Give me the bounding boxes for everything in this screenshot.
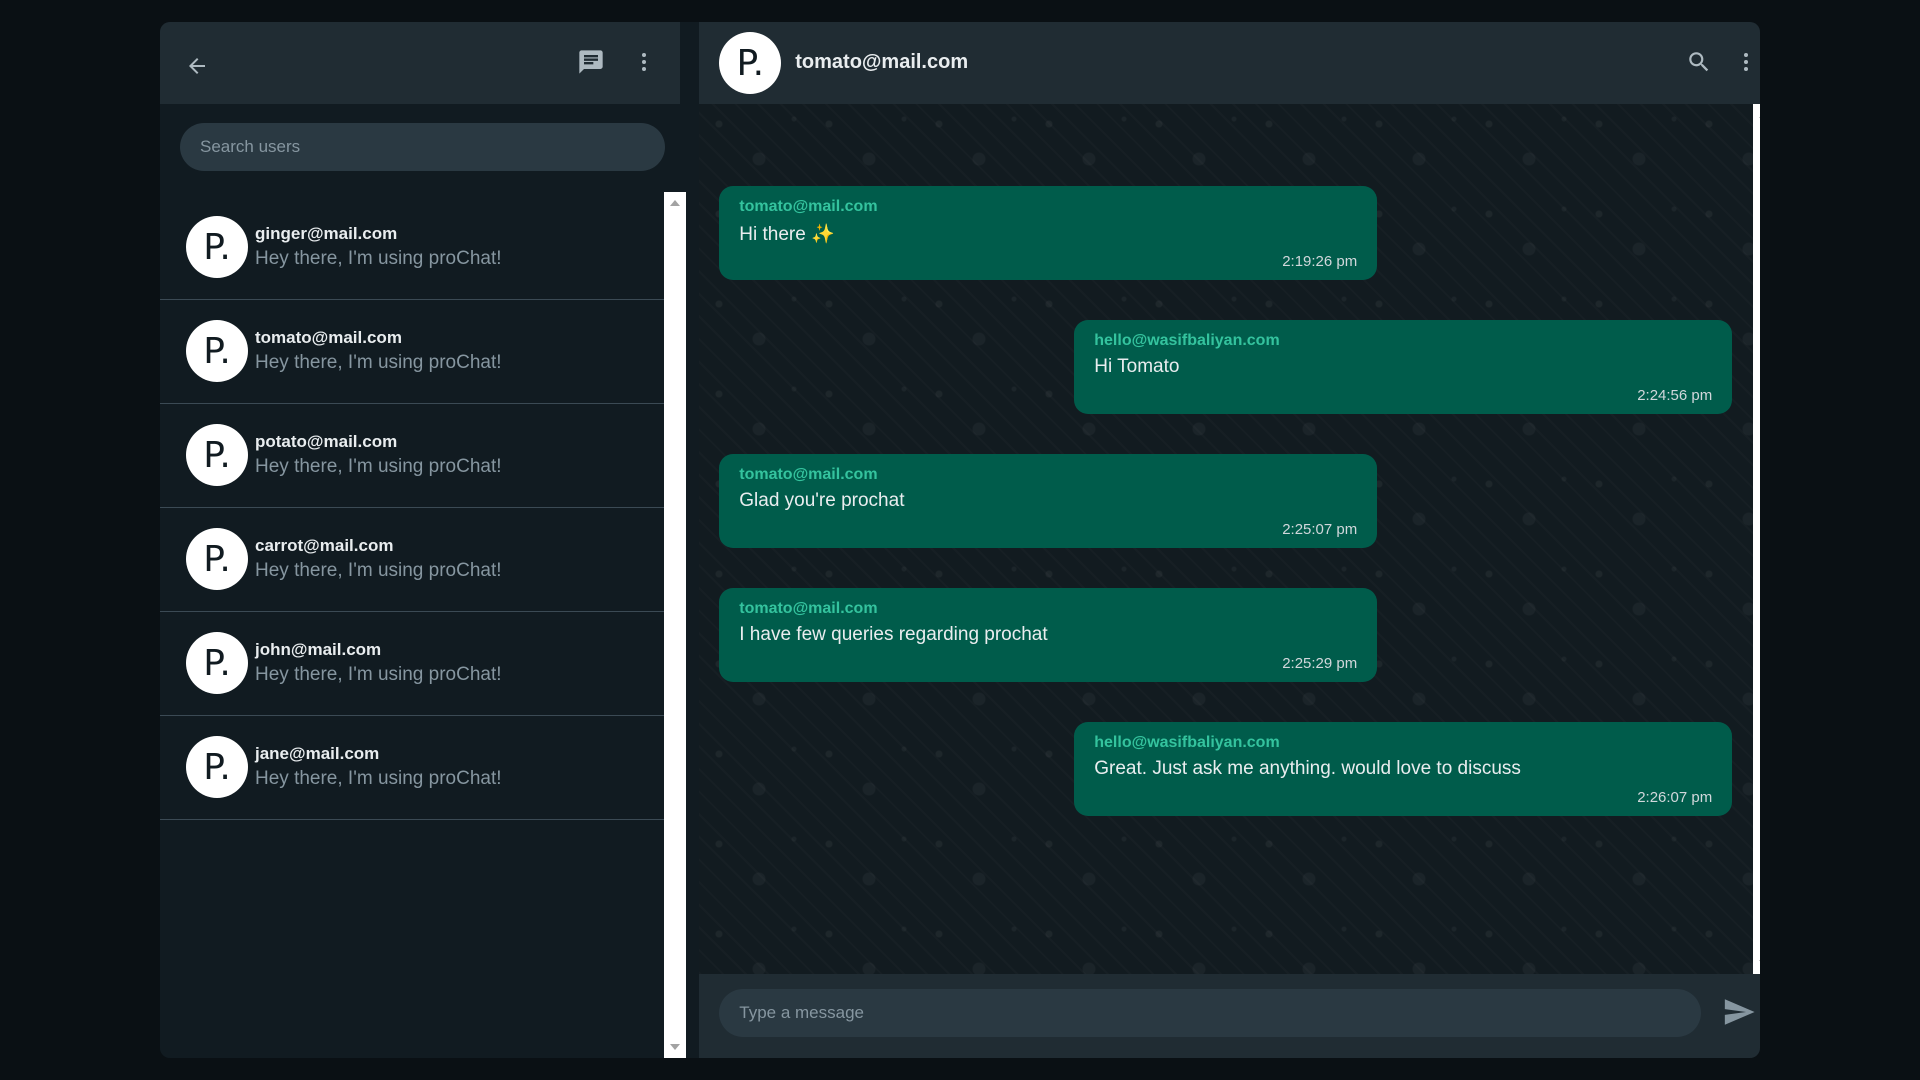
user-status: Hey there, I'm using proChat!	[255, 768, 502, 789]
avatar: P.	[186, 528, 248, 590]
chat-scrollbar[interactable]	[1753, 104, 1760, 974]
chat-panel: P. tomato@mail.com tomato@mail.com Hi th…	[699, 22, 1760, 1058]
sidebar-header	[160, 22, 680, 104]
avatar: P.	[186, 216, 248, 278]
message-input-field	[719, 989, 1702, 1037]
message-time: 2:19:26 pm	[1282, 253, 1358, 270]
user-list-item[interactable]: P. carrot@mail.com Hey there, I'm using …	[160, 508, 664, 612]
user-list-item[interactable]: P. john@mail.com Hey there, I'm using pr…	[160, 612, 664, 716]
message-composer	[699, 974, 1760, 1058]
message-bubble: tomato@mail.com Hi there ✨ 2:19:26 pm	[719, 186, 1378, 280]
user-email: jane@mail.com	[255, 744, 380, 763]
user-email: ginger@mail.com	[255, 224, 398, 243]
search-users-field	[180, 123, 665, 171]
user-email: potato@mail.com	[255, 432, 398, 451]
user-email: tomato@mail.com	[255, 328, 402, 347]
avatar: P.	[186, 320, 248, 382]
user-status: Hey there, I'm using proChat!	[255, 456, 502, 477]
user-email: john@mail.com	[255, 640, 382, 659]
avatar: P.	[186, 736, 248, 798]
message-text: Glad you're prochat	[739, 490, 905, 511]
contact-avatar[interactable]: P.	[719, 32, 782, 94]
app-window: P. ginger@mail.com Hey there, I'm using …	[160, 22, 1760, 1058]
back-arrow-icon[interactable]	[180, 49, 214, 83]
message-text: Hi Tomato	[1094, 356, 1180, 377]
message-text: Hi there ✨	[739, 224, 835, 245]
send-icon[interactable]	[1719, 992, 1759, 1032]
scroll-up-icon[interactable]	[1759, 112, 1760, 118]
message-time: 2:25:07 pm	[1282, 521, 1358, 538]
user-list-item[interactable]: P. jane@mail.com Hey there, I'm using pr…	[160, 716, 664, 820]
user-list-item[interactable]: P. tomato@mail.com Hey there, I'm using …	[160, 300, 664, 404]
message-sender: hello@wasifbaliyan.com	[1094, 332, 1280, 349]
more-vertical-icon[interactable]	[632, 44, 656, 80]
avatar: P.	[186, 424, 248, 486]
search-users-input[interactable]	[180, 123, 665, 171]
message-time: 2:26:07 pm	[1637, 789, 1713, 806]
message-bubble: hello@wasifbaliyan.com Hi Tomato 2:24:56…	[1074, 320, 1733, 414]
message-bubble: hello@wasifbaliyan.com Great. Just ask m…	[1074, 722, 1733, 816]
user-list: P. ginger@mail.com Hey there, I'm using …	[160, 196, 664, 820]
message-sender: hello@wasifbaliyan.com	[1094, 734, 1280, 751]
user-list-item[interactable]: P. ginger@mail.com Hey there, I'm using …	[160, 196, 664, 300]
scroll-up-icon[interactable]	[670, 200, 680, 206]
message-sender: tomato@mail.com	[739, 198, 878, 215]
scroll-down-icon[interactable]	[1759, 960, 1760, 966]
message-sender: tomato@mail.com	[739, 600, 878, 617]
user-list-item[interactable]: P. potato@mail.com Hey there, I'm using …	[160, 404, 664, 508]
message-time: 2:25:29 pm	[1282, 655, 1358, 672]
chat-header: P. tomato@mail.com	[699, 22, 1760, 104]
user-status: Hey there, I'm using proChat!	[255, 248, 502, 269]
message-text: Great. Just ask me anything. would love …	[1094, 758, 1521, 779]
message-time: 2:24:56 pm	[1637, 387, 1713, 404]
sidebar: P. ginger@mail.com Hey there, I'm using …	[160, 22, 686, 1058]
scroll-down-icon[interactable]	[670, 1044, 680, 1050]
user-email: carrot@mail.com	[255, 536, 394, 555]
message-text: I have few queries regarding prochat	[739, 624, 1048, 645]
message-bubble: tomato@mail.com Glad you're prochat 2:25…	[719, 454, 1378, 548]
user-status: Hey there, I'm using proChat!	[255, 664, 502, 685]
message-sender: tomato@mail.com	[739, 466, 878, 483]
message-bubble: tomato@mail.com I have few queries regar…	[719, 588, 1378, 682]
user-status: Hey there, I'm using proChat!	[255, 352, 502, 373]
sidebar-scrollbar[interactable]	[664, 192, 686, 1058]
message-area: tomato@mail.com Hi there ✨ 2:19:26 pm he…	[699, 104, 1754, 974]
avatar: P.	[186, 632, 248, 694]
message-input[interactable]	[719, 989, 1702, 1037]
chat-icon[interactable]	[573, 44, 609, 80]
user-status: Hey there, I'm using proChat!	[255, 560, 502, 581]
chat-title: tomato@mail.com	[795, 51, 969, 73]
more-vertical-icon[interactable]	[1734, 44, 1758, 80]
search-icon[interactable]	[1681, 44, 1717, 80]
